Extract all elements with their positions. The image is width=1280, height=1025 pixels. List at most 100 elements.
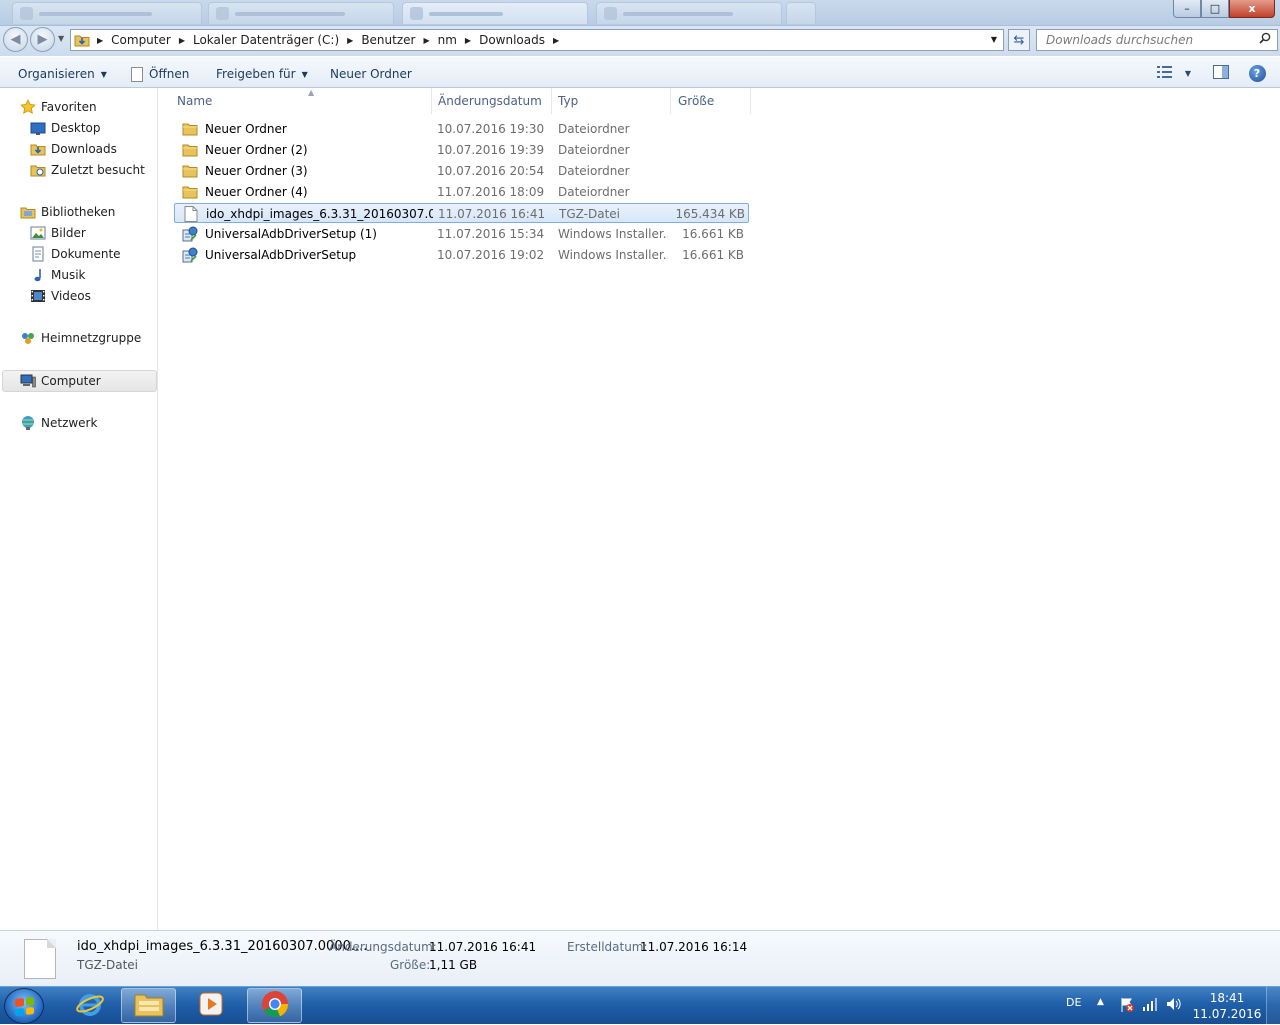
breadcrumb-benutzer[interactable]: Benutzer ▶ [357,30,433,50]
close-button[interactable]: x [1229,0,1275,18]
file-row[interactable]: Neuer Ordner (2) 10.07.2016 19:39 Dateio… [174,140,749,160]
new-folder-button[interactable]: Neuer Ordner [330,65,412,83]
desktop-icon [30,120,46,136]
minimize-button[interactable]: – [1173,0,1201,18]
breadcrumb-drive[interactable]: Lokaler Datenträger (C:) ▶ [189,30,357,50]
explorer-folder-icon [133,990,165,1021]
file-row[interactable]: UniversalAdbDriverSetup 10.07.2016 19:02… [174,245,749,265]
internet-explorer-icon [75,989,105,1022]
recent-pages-dropdown[interactable]: ▼ [58,34,64,43]
breadcrumb-nm[interactable]: nm ▶ [434,30,475,50]
forward-button[interactable]: ▶ [30,27,55,52]
taskbar-media-player[interactable] [183,988,238,1023]
back-button[interactable]: ◀ [3,27,28,52]
breadcrumb-downloads[interactable]: Downloads ▶ [475,30,563,50]
nav-recent[interactable]: Zuletzt besucht [30,160,145,180]
folder-icon [182,163,198,179]
file-thumbnail-icon [24,939,56,979]
folder-icon [182,121,198,137]
details-modified-label: Änderungsdatum: [329,940,437,954]
nav-computer[interactable]: Computer [20,371,101,391]
chevron-down-icon: ▼ [100,69,107,79]
taskbar-chrome[interactable] [247,988,302,1023]
open-button[interactable]: Öffnen [131,65,189,83]
window-tab-2[interactable] [208,2,394,24]
nav-network[interactable]: Netzwerk [20,413,97,433]
column-header-type[interactable]: Typ [551,88,671,114]
taskbar: DE ▲ 18:41 11.07.2016 [0,986,1280,1025]
refresh-icon: ⇆ [1013,32,1025,48]
nav-favorites[interactable]: Favoriten [20,97,97,117]
show-desktop-button[interactable] [1266,987,1280,1025]
downloads-folder-icon [71,30,93,50]
file-row[interactable]: Neuer Ordner (3) 10.07.2016 20:54 Dateio… [174,161,749,181]
nav-pictures[interactable]: Bilder [30,223,86,243]
downloads-folder-icon [30,141,46,157]
details-created-label: Erstelldatum: [567,940,648,954]
address-bar[interactable]: ▶ Computer ▶ Lokaler Datenträger (C:) ▶ Be… [70,29,1004,51]
share-menu-button[interactable]: Freigeben für ▼ [216,65,308,83]
window-tab-1[interactable] [12,2,202,24]
pictures-icon [30,225,46,241]
details-file-name: ido_xhdpi_images_6.3.31_20160307.0000...… [77,939,368,954]
nav-documents[interactable]: Dokumente [30,244,121,264]
nav-homegroup[interactable]: Heimnetzgruppe [20,328,141,348]
forward-arrow-icon: ▶ [37,32,48,47]
computer-icon [20,373,36,389]
start-button[interactable] [4,988,44,1024]
details-pane: ido_xhdpi_images_6.3.31_20160307.0000...… [0,930,1280,986]
homegroup-icon [20,330,36,346]
navigation-pane: Favoriten Desktop Downloads Zuletzt besu… [0,88,158,930]
language-indicator[interactable]: DE [1066,996,1081,1009]
folder-icon [182,184,198,200]
preview-pane-button[interactable] [1210,63,1232,83]
navigation-bar: ◀ ▶ ▼ ▶ Computer ▶ Lokaler Datenträger (C… [0,26,1280,56]
search-box[interactable] [1036,29,1278,51]
network-signal-icon[interactable] [1142,997,1158,1014]
view-options-button[interactable]: ▼ [1154,63,1194,83]
taskbar-internet-explorer[interactable] [62,988,117,1023]
breadcrumb-root-arrow[interactable]: ▶ [93,30,107,50]
organize-menu-button[interactable]: Organisieren ▼ [18,65,107,83]
taskbar-explorer[interactable] [121,988,176,1023]
library-icon [20,204,36,220]
file-row-selected[interactable]: ido_xhdpi_images_6.3.31_20160307.0000...… [174,203,749,223]
action-center-icon[interactable] [1119,997,1135,1016]
nav-downloads[interactable]: Downloads [30,139,117,159]
star-icon [20,99,36,115]
column-header-name[interactable]: Name ▲ [170,88,432,114]
installer-icon [182,247,198,263]
command-bar: Organisieren ▼ Öffnen Freigeben für ▼ Neue… [0,56,1280,88]
nav-desktop[interactable]: Desktop [30,118,101,138]
chevron-down-icon: ▼ [1184,68,1192,78]
details-file-type: TGZ-Datei [77,958,138,972]
nav-music[interactable]: Musik [30,265,86,285]
nav-videos[interactable]: Videos [30,286,91,306]
window-tab-4[interactable] [596,2,782,24]
file-row[interactable]: Neuer Ordner (4) 11.07.2016 18:09 Dateio… [174,182,749,202]
media-player-icon [197,990,225,1021]
column-header-size[interactable]: Größe [671,88,751,114]
maximize-button[interactable]: □ [1201,0,1229,18]
chrome-icon [260,989,290,1022]
system-clock[interactable]: 18:41 11.07.2016 [1192,990,1262,1022]
clock-time: 18:41 [1209,991,1245,1005]
breadcrumb-computer[interactable]: Computer ▶ [107,30,189,50]
window-tab-3[interactable] [402,2,588,24]
window-tab-new[interactable] [786,2,816,24]
help-button[interactable]: ? [1247,63,1267,83]
search-input[interactable] [1037,30,1247,50]
title-bar: – □ x [0,0,1280,26]
preview-pane-icon [1213,64,1229,82]
file-row[interactable]: UniversalAdbDriverSetup (1) 11.07.2016 1… [174,224,749,244]
refresh-button[interactable]: ⇆ [1008,29,1030,51]
volume-icon[interactable] [1166,997,1182,1014]
clock-date: 11.07.2016 [1192,1007,1262,1021]
search-icon[interactable] [1259,32,1271,48]
windows-logo-icon [15,997,34,1016]
column-header-date[interactable]: Änderungsdatum [431,88,552,114]
file-row[interactable]: Neuer Ordner 10.07.2016 19:30 Dateiordne… [174,119,749,139]
address-history-dropdown[interactable]: ▼ [991,35,997,44]
nav-libraries[interactable]: Bibliotheken [20,202,115,222]
show-hidden-icons-icon[interactable]: ▲ [1097,997,1104,1007]
